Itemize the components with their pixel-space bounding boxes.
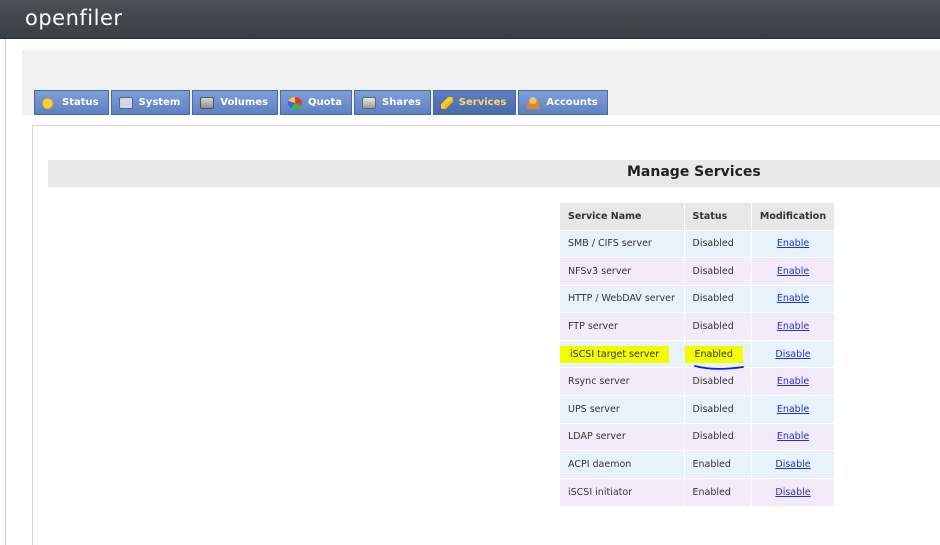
service-status: Disabled [684,284,752,313]
pie-icon [288,96,303,109]
enable-link[interactable]: Enable [777,431,809,442]
enable-link[interactable]: Enable [777,404,809,415]
lightning-icon [440,96,453,109]
disable-link[interactable]: Disable [775,459,810,470]
service-status: Disabled [684,257,752,286]
service-status: Disabled [684,395,752,424]
page-title: Manage Services [627,164,761,180]
service-status: Disabled [684,312,752,341]
table-row: SMB / CIFS server Disabled Enable [560,229,836,258]
header-modification: Modification [751,203,836,230]
table-row: NFSv3 server Disabled Enable [560,257,836,286]
sun-icon [42,96,56,109]
service-status: Enabled [684,477,752,506]
user-icon [526,96,541,109]
service-name: LDAP server [560,422,685,451]
tab-quota[interactable]: Quota [280,90,353,115]
disable-link[interactable]: Disable [775,349,810,360]
tab-label: Quota [308,97,343,108]
service-status: Disabled [684,229,752,258]
table-row: ACPI daemon Enabled Disable [560,450,836,479]
monitor-icon [118,96,133,109]
service-status: Disabled [684,367,752,396]
main-nav-tabs: Status System Volumes Quota Shares Servi… [34,90,608,115]
disk-icon [200,96,215,109]
tab-label: Shares [382,97,421,108]
services-table: Service Name Status Modification SMB / C… [560,203,836,506]
service-status: Disabled [684,422,752,451]
section-title-bar [48,160,940,187]
service-name: NFSv3 server [560,257,685,286]
tab-label: Volumes [220,97,269,108]
table-row: HTTP / WebDAV server Disabled Enable [560,284,836,313]
table-row: UPS server Disabled Enable [560,395,836,424]
service-name: iSCSI initiator [560,477,685,506]
tab-label: System [138,97,181,108]
tab-label: Status [62,97,99,108]
disable-link[interactable]: Disable [775,487,810,498]
top-header-bar: openfiler [0,0,940,39]
highlight-mark: iSCSI target server [560,345,670,363]
drive-icon [362,96,377,109]
openfiler-logo: openfiler [25,6,123,30]
service-name: iSCSI target server [560,339,685,368]
header-service-name: Service Name [560,203,685,230]
service-name: Rsync server [560,367,685,396]
service-name: ACPI daemon [560,450,685,479]
service-name: FTP server [560,312,685,341]
tab-label: Accounts [546,97,598,108]
table-header-row: Service Name Status Modification [560,203,836,230]
pen-underline-annotation [694,365,744,370]
table-row: iSCSI initiator Enabled Disable [560,477,836,506]
enable-link[interactable]: Enable [777,238,809,249]
enable-link[interactable]: Enable [777,376,809,387]
tab-shares[interactable]: Shares [354,90,431,115]
service-name: SMB / CIFS server [560,229,685,258]
table-row: LDAP server Disabled Enable [560,422,836,451]
tab-status[interactable]: Status [34,90,109,115]
enable-link[interactable]: Enable [777,321,809,332]
table-row: FTP server Disabled Enable [560,312,836,341]
header-status: Status [684,203,752,230]
tab-label: Services [458,97,507,108]
service-name: UPS server [560,395,685,424]
highlight-mark: Enabled [684,345,743,363]
enable-link[interactable]: Enable [777,266,809,277]
service-status: Enabled [684,450,752,479]
tab-volumes[interactable]: Volumes [192,90,279,115]
tab-services[interactable]: Services [432,90,517,115]
tab-system[interactable]: System [110,90,191,115]
tab-accounts[interactable]: Accounts [518,90,608,115]
enable-link[interactable]: Enable [777,293,809,304]
table-row: Rsync server Disabled Enable [560,367,836,396]
service-name: HTTP / WebDAV server [560,284,685,313]
